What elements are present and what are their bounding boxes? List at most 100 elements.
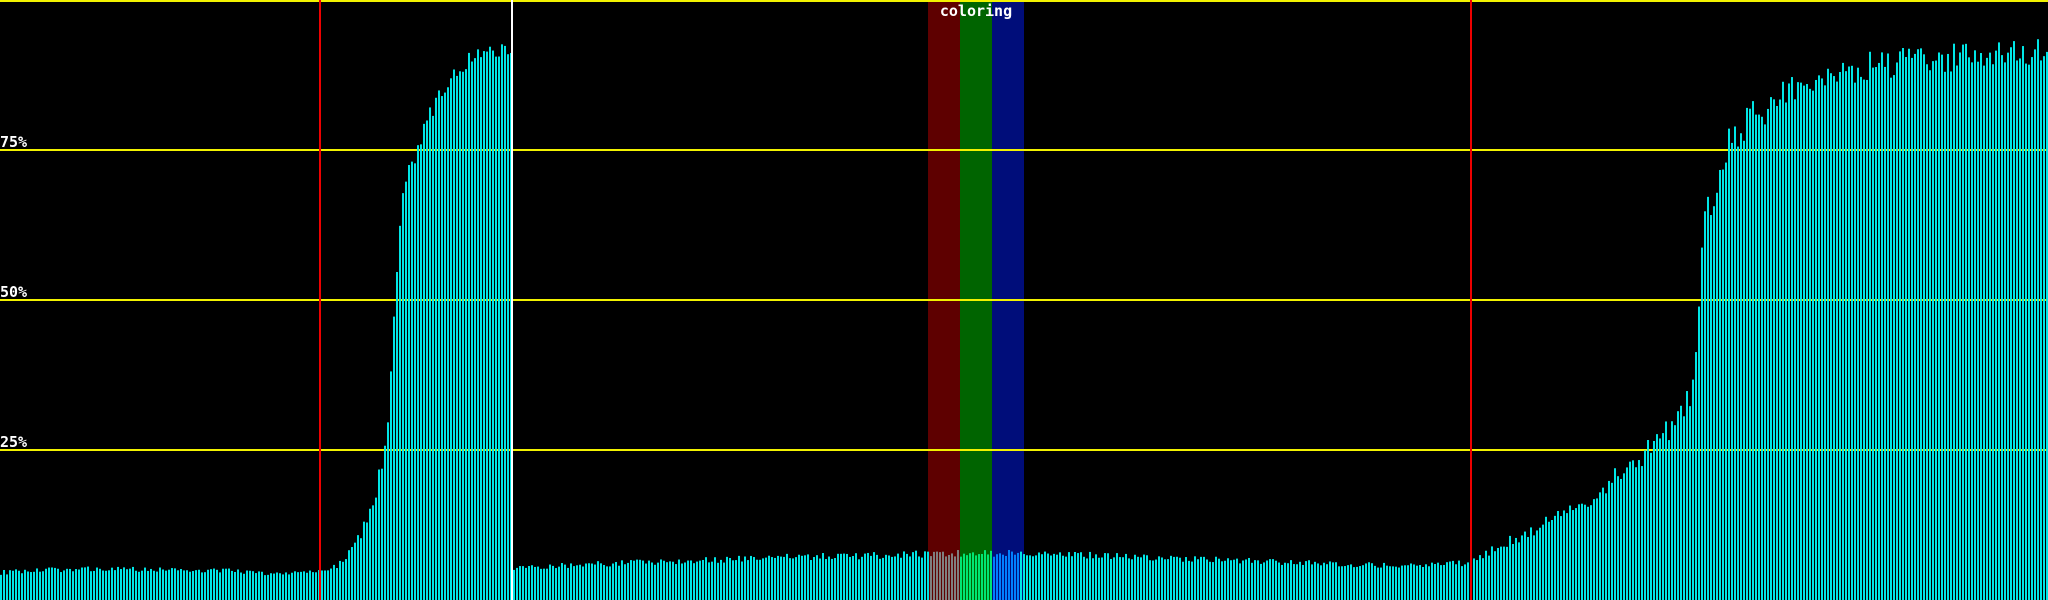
bar	[1797, 82, 1799, 600]
bar	[2034, 49, 2036, 600]
bar	[1572, 510, 1574, 600]
bar	[1878, 63, 1880, 600]
bar	[1875, 67, 1877, 600]
bar	[1383, 563, 1385, 600]
bar	[834, 558, 836, 600]
bar	[1008, 550, 1010, 600]
bar	[66, 569, 68, 600]
bar	[585, 564, 587, 600]
bar	[1029, 555, 1031, 600]
bar	[93, 571, 95, 600]
bar	[1122, 557, 1124, 600]
bar	[1494, 551, 1496, 600]
bar	[300, 572, 302, 600]
bar	[963, 554, 965, 600]
bar	[1794, 99, 1796, 600]
bar	[81, 568, 83, 600]
bar	[1482, 558, 1484, 600]
bar	[330, 569, 332, 600]
bar	[1626, 467, 1628, 600]
bar	[1149, 560, 1151, 600]
bar	[762, 558, 764, 600]
bar	[30, 572, 32, 600]
bar	[894, 556, 896, 600]
bar	[99, 569, 101, 600]
bar	[1611, 483, 1613, 600]
bar	[42, 571, 44, 600]
bar	[1413, 564, 1415, 600]
bar	[567, 568, 569, 600]
bar	[1257, 560, 1259, 600]
bar	[1056, 555, 1058, 600]
bar	[420, 144, 422, 600]
bar	[1203, 557, 1205, 600]
bar	[1677, 411, 1679, 600]
bar	[462, 72, 464, 600]
bar	[18, 571, 20, 600]
bar	[1308, 560, 1310, 600]
bar	[516, 568, 518, 600]
bar	[672, 562, 674, 600]
bar	[597, 561, 599, 600]
bar	[1575, 508, 1577, 600]
bar	[825, 559, 827, 600]
bar	[573, 566, 575, 600]
bar	[1887, 53, 1889, 600]
bar	[612, 564, 614, 600]
bar	[1458, 561, 1460, 600]
bar	[972, 552, 974, 600]
bar	[1233, 560, 1235, 600]
bar	[1899, 51, 1901, 600]
bar	[1698, 307, 1700, 600]
bar	[312, 572, 314, 600]
bar	[1515, 538, 1517, 600]
bar	[1932, 61, 1934, 600]
bar	[1113, 557, 1115, 600]
bar	[1617, 476, 1619, 600]
bar	[771, 557, 773, 600]
bar	[753, 557, 755, 600]
bar	[1914, 54, 1916, 600]
bar	[1995, 51, 1997, 600]
bar	[1395, 567, 1397, 600]
bar	[297, 572, 299, 600]
bar	[138, 572, 140, 600]
bar	[1341, 566, 1343, 600]
bar	[2025, 64, 2027, 600]
bar	[1314, 562, 1316, 600]
bar	[9, 570, 11, 600]
bar	[1944, 72, 1946, 600]
bar	[480, 57, 482, 600]
bar	[1821, 78, 1823, 600]
bar	[243, 574, 245, 600]
bar	[945, 556, 947, 600]
bar	[1989, 53, 1991, 600]
bar	[1785, 102, 1787, 600]
bar	[1125, 554, 1127, 600]
bar	[486, 52, 488, 600]
bar	[1605, 493, 1607, 600]
bar	[702, 560, 704, 600]
bar	[1092, 558, 1094, 600]
bar	[735, 560, 737, 600]
bar	[639, 560, 641, 600]
bar	[630, 560, 632, 600]
bar	[1680, 406, 1682, 600]
bar	[1632, 460, 1634, 600]
bar	[1578, 504, 1580, 600]
bar	[1047, 554, 1049, 600]
bar	[1449, 562, 1451, 600]
bar	[1623, 473, 1625, 600]
bar	[1464, 564, 1466, 600]
bar	[474, 58, 476, 600]
bar	[1281, 565, 1283, 600]
bar	[1965, 44, 1967, 600]
bar	[1362, 565, 1364, 600]
bar	[888, 555, 890, 600]
bar	[114, 570, 116, 600]
bar	[1323, 563, 1325, 600]
bar	[1524, 532, 1526, 600]
bar	[1527, 537, 1529, 600]
bar	[999, 553, 1001, 600]
bar	[1101, 557, 1103, 600]
